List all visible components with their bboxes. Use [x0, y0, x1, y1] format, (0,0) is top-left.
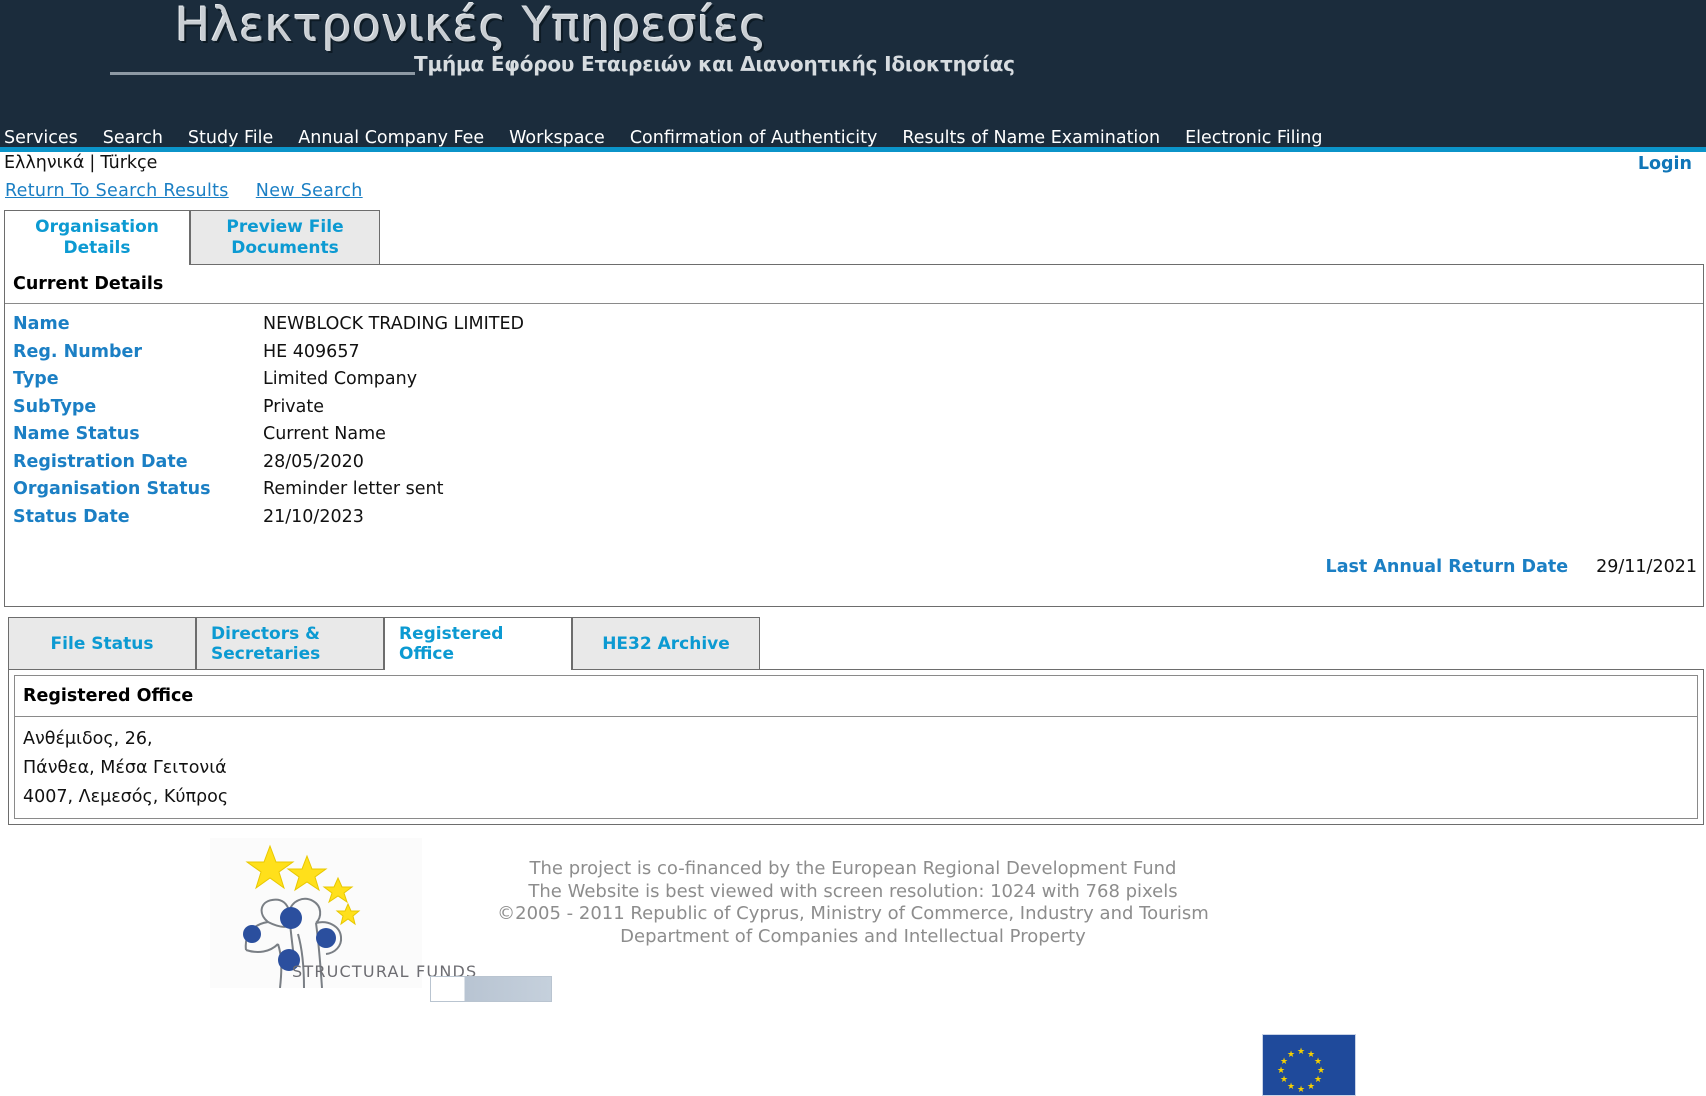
tab-preview-file-documents-label: Preview File Documents: [226, 217, 344, 258]
registered-office-inner: Registered Office Ανθέμιδος, 26, Πάνθεα,…: [14, 675, 1698, 819]
nav-item-results-of-name-examination[interactable]: Results of Name Examination: [902, 127, 1160, 149]
subtab-he32-archive[interactable]: HE32 Archive: [572, 617, 760, 670]
footer-line-4: Department of Companies and Intellectual…: [620, 925, 1086, 947]
address-line-3: 4007, Λεμεσός, Κύπρος: [23, 787, 229, 807]
site-title: Ηλεκτρονικές Υπηρεσίες: [175, 0, 768, 53]
detail-label-subtype: SubType: [13, 396, 97, 417]
ministry-logo: [430, 976, 552, 1002]
footer-line-3: ©2005 - 2011 Republic of Cyprus, Ministr…: [497, 903, 1209, 924]
address-line-2: Πάνθεα, Μέσα Γειτονιά: [23, 758, 227, 778]
tab-organisation-details[interactable]: Organisation Details: [4, 210, 190, 265]
nav-item-confirmation-of-authenticity[interactable]: Confirmation of Authenticity: [630, 127, 878, 149]
subtab-file-status[interactable]: File Status: [8, 617, 196, 670]
nav-item-electronic-filing[interactable]: Electronic Filing: [1185, 127, 1322, 149]
return-to-search-results-link[interactable]: Return To Search Results: [5, 181, 229, 201]
nav-item-annual-company-fee[interactable]: Annual Company Fee: [298, 127, 484, 149]
detail-label-name-status: Name Status: [13, 424, 140, 444]
eu-flag-icon: ★ ★ ★ ★ ★ ★ ★ ★ ★ ★ ★ ★: [1262, 1034, 1356, 1096]
site-masthead: Ηλεκτρονικές Υπηρεσίες Τμήμα Εφόρου Εται…: [0, 0, 1706, 127]
title-underline-rule: [110, 72, 415, 75]
language-bar: Ελληνικά | Türkçe Login: [0, 152, 1706, 178]
sub-tabstrip: File Status Directors & Secretaries Regi…: [8, 617, 1706, 670]
registered-office-title: Registered Office: [15, 676, 1697, 717]
nav-item-search[interactable]: Search: [103, 127, 163, 149]
top-tabstrip-container: Organisation Details Preview File Docume…: [0, 210, 1706, 265]
detail-value-organisation-status: Reminder letter sent: [263, 479, 444, 499]
current-details-body: Name NEWBLOCK TRADING LIMITED Reg. Numbe…: [5, 304, 1703, 606]
subtab-registered-office-label: Registered Office: [399, 624, 504, 664]
table-row: Name Status Current Name: [5, 421, 1703, 449]
last-annual-return-label: Last Annual Return Date: [1325, 557, 1569, 577]
subtab-registered-office[interactable]: Registered Office: [384, 617, 572, 670]
main-navigation: Services Search Study File Annual Compan…: [0, 127, 1706, 152]
nav-item-workspace[interactable]: Workspace: [509, 127, 605, 149]
last-annual-return-value: 29/11/2021: [1596, 557, 1697, 577]
address-line-1: Ανθέμιδος, 26,: [23, 729, 153, 749]
detail-label-name: Name: [13, 314, 70, 334]
site-footer: STRUCTURAL FUNDS The project is co-finan…: [0, 834, 1706, 1082]
page-root: Ηλεκτρονικές Υπηρεσίες Τμήμα Εφόρου Εται…: [0, 0, 1706, 1096]
action-links: Return To Search Results New Search: [0, 178, 1706, 210]
language-link-turkish[interactable]: Türkçe: [100, 153, 157, 173]
language-separator: |: [89, 153, 96, 173]
language-link-greek[interactable]: Ελληνικά: [4, 153, 84, 173]
tab-organisation-details-label: Organisation Details: [35, 217, 159, 258]
detail-label-organisation-status: Organisation Status: [13, 479, 211, 499]
detail-value-type: Limited Company: [263, 369, 418, 389]
table-row: SubType Private: [5, 394, 1703, 422]
detail-value-name-status: Current Name: [263, 424, 386, 444]
detail-label-status-date: Status Date: [13, 506, 130, 527]
last-annual-return-row: Last Annual Return Date 29/11/2021: [5, 531, 1703, 597]
footer-text-block: The project is co-financed by the Europe…: [0, 858, 1706, 948]
sub-tabstrip-container: File Status Directors & Secretaries Regi…: [0, 617, 1706, 670]
detail-label-registration-date: Registration Date: [13, 451, 188, 472]
detail-label-reg-number: Reg. Number: [13, 341, 142, 362]
subtab-directors-secretaries-label: Directors & Secretaries: [211, 624, 321, 664]
nav-item-study-file[interactable]: Study File: [188, 127, 273, 149]
table-row: Type Limited Company: [5, 366, 1703, 394]
subtab-file-status-label: File Status: [50, 634, 154, 654]
new-search-link[interactable]: New Search: [256, 181, 363, 201]
detail-value-reg-number: HE 409657: [263, 341, 360, 362]
current-details-panel: Current Details Name NEWBLOCK TRADING LI…: [4, 264, 1704, 607]
top-tabstrip: Organisation Details Preview File Docume…: [4, 210, 1706, 265]
tab-preview-file-documents[interactable]: Preview File Documents: [190, 210, 380, 265]
current-details-title: Current Details: [5, 265, 1703, 304]
detail-label-type: Type: [13, 369, 59, 389]
table-row: Name NEWBLOCK TRADING LIMITED: [5, 311, 1703, 339]
table-row: Status Date 21/10/2023: [5, 504, 1703, 532]
nav-item-services[interactable]: Services: [4, 127, 78, 149]
detail-value-status-date: 21/10/2023: [263, 506, 364, 527]
registered-office-address: Ανθέμιδος, 26, Πάνθεα, Μέσα Γειτονιά 400…: [15, 717, 1697, 818]
table-row: Organisation Status Reminder letter sent: [5, 476, 1703, 504]
footer-line-2: The Website is best viewed with screen r…: [528, 880, 1178, 902]
table-row: Reg. Number HE 409657: [5, 339, 1703, 367]
current-details-table: Name NEWBLOCK TRADING LIMITED Reg. Numbe…: [5, 311, 1703, 531]
site-subtitle: Τμήμα Εφόρου Εταιρειών και Διανοητικής Ι…: [414, 52, 1015, 76]
detail-value-subtype: Private: [263, 396, 325, 417]
table-row: Registration Date 28/05/2020: [5, 449, 1703, 477]
registered-office-panel: Registered Office Ανθέμιδος, 26, Πάνθεα,…: [8, 669, 1704, 825]
login-link[interactable]: Login: [1638, 154, 1692, 174]
footer-line-1: The project is co-financed by the Europe…: [529, 858, 1177, 879]
detail-value-name: NEWBLOCK TRADING LIMITED: [263, 314, 524, 334]
detail-value-registration-date: 28/05/2020: [263, 451, 364, 472]
subtab-he32-archive-label: HE32 Archive: [602, 634, 730, 654]
subtab-directors-secretaries[interactable]: Directors & Secretaries: [196, 617, 384, 670]
